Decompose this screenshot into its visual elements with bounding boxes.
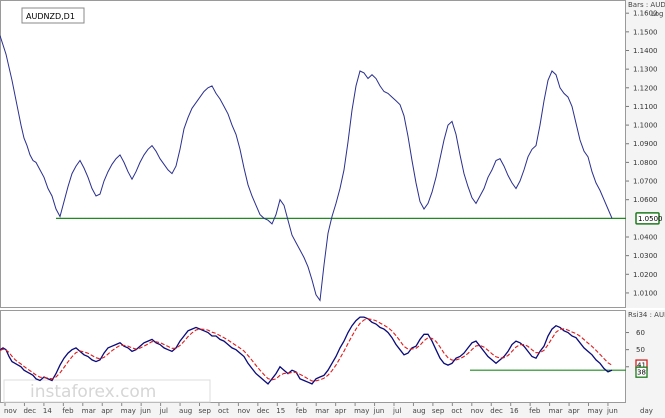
main-y-tick-label: 1.1200 [633,84,658,92]
x-tick-label: dec [490,407,503,415]
x-tick-label: 14 [43,407,52,415]
x-tick-label: jun [373,407,385,415]
x-tick-label: sep [199,407,212,415]
main-y-tick-label: 1.0800 [633,159,658,167]
x-tick-label: nov [471,407,484,415]
x-tick-label: apr [568,407,580,415]
main-y-tick-label: 1.0700 [633,178,658,186]
x-tick-label: 15 [276,407,285,415]
x-tick-label: apr [101,407,113,415]
x-tick-label: dec [23,407,36,415]
x-tick-label: may [121,407,136,415]
x-tick-label: oct [451,407,462,415]
main-y-tick-label: 1.0600 [633,196,658,204]
x-tick-label: 16 [510,407,519,415]
x-tick-label: may [588,407,603,415]
x-tick-label: mar [315,407,329,415]
x-tick-label: jul [159,407,168,415]
chart-root: instaforex.com 1.1600 1.1500 1.1400 1.1300 1… [0,0,665,418]
x-tick-label: mar [82,407,96,415]
x-tick-label: aug [179,407,192,415]
main-y-tick-label: 1.0400 [633,233,658,241]
x-tick-label: oct [218,407,229,415]
symbol-label: AUDNZD,D1 [26,12,75,21]
main-y-tick-label: 1.0300 [633,252,658,260]
main-panel-frame [0,0,626,308]
watermark-text: instaforex.com [30,382,156,402]
chart-svg: instaforex.com 1.16001.15001.14001.13001… [0,0,665,418]
x-tick-label: nov [4,407,17,415]
log-label: Log [651,10,664,18]
x-tick-label: jun [606,407,618,415]
x-tick-label: feb [296,407,308,415]
main-y-tick-label: 1.0200 [633,271,658,279]
main-y-tick-label: 1.0100 [633,289,658,297]
main-y-tick-label: 1.1000 [633,122,658,130]
rsi-y-tick-label: 60 [636,329,645,337]
x-tick-label: nov [237,407,250,415]
x-axis-strip [0,403,665,418]
x-tick-label: feb [529,407,541,415]
rsi-y-tick-label: 50 [636,346,645,354]
x-tick-label: feb [62,407,74,415]
x-tick-label: sep [432,407,445,415]
support-price-badge-text: 1.0500 [638,215,663,223]
x-tick-label: jun [139,407,151,415]
x-tick-label: jul [392,407,401,415]
x-unit-label: day [640,407,653,415]
rsi-corner-label: Rsi34 : AUD [628,311,665,319]
x-tick-label: may [354,407,369,415]
main-y-tick-label: 1.0900 [633,140,658,148]
x-tick-label: aug [412,407,425,415]
x-tick-label: dec [257,407,270,415]
rsi-level-badge-text: 38 [637,369,646,377]
main-corner-label: Bars : AUD [628,1,665,9]
main-y-tick-label: 1.1100 [633,103,658,111]
x-tick-label: apr [335,407,347,415]
x-tick-label: mar [549,407,563,415]
rsi-y-axis-strip [626,310,665,403]
main-y-tick-label: 1.1500 [633,28,658,36]
main-y-tick-label: 1.1400 [633,47,658,55]
main-y-tick-label: 1.1300 [633,66,658,74]
